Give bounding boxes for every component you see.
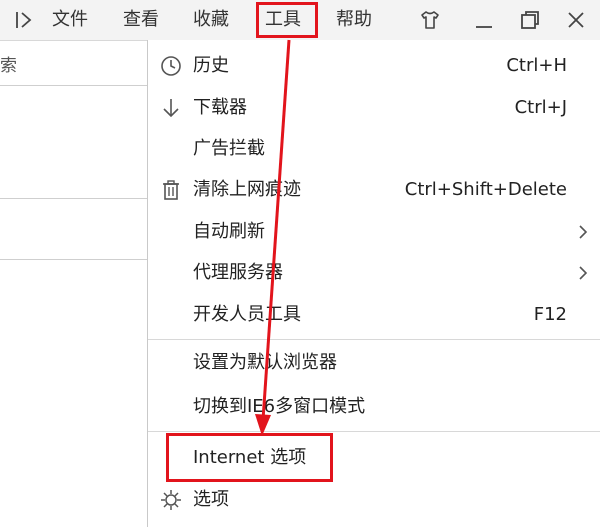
search-field-text[interactable]: 索 <box>0 51 17 76</box>
divider <box>0 259 147 260</box>
menu-item-label: 开发人员工具 <box>193 304 301 325</box>
menu-item-label: 清除上网痕迹 <box>193 179 301 200</box>
divider <box>0 198 147 199</box>
menu-item-shortcut: Ctrl+H <box>506 55 567 76</box>
close-icon[interactable] <box>564 8 588 32</box>
menu-item-auto-refresh[interactable]: 自动刷新 <box>148 212 600 252</box>
minimize-icon[interactable] <box>472 8 496 32</box>
menu-file[interactable]: 文件 <box>52 0 88 40</box>
menu-item-options[interactable]: 选项 <box>148 480 600 520</box>
menu-item-clear-history[interactable]: 清除上网痕迹 Ctrl+Shift+Delete <box>148 170 600 210</box>
menu-item-label: 下载器 <box>193 97 247 118</box>
highlight-box-tools <box>256 2 318 38</box>
trash-icon <box>160 179 182 201</box>
menu-item-label: 设置为默认浏览器 <box>193 352 337 373</box>
chevron-right-icon <box>577 265 589 281</box>
divider <box>0 85 147 86</box>
menu-item-label: 历史 <box>193 55 229 76</box>
menu-item-label: 选项 <box>193 489 229 510</box>
menu-item-ie6-mode[interactable]: 切换到IE6多窗口模式 <box>148 387 600 427</box>
page-content: 索 <box>0 41 147 527</box>
menu-favorites[interactable]: 收藏 <box>193 0 229 40</box>
menu-item-label: 广告拦截 <box>193 138 265 159</box>
shirt-icon[interactable] <box>418 8 442 32</box>
menu-item-adblock[interactable]: 广告拦截 <box>148 129 600 169</box>
sidebar-toggle-icon[interactable] <box>12 8 36 32</box>
highlight-box-internet-options <box>166 433 333 482</box>
download-arrow-icon <box>160 97 182 119</box>
menu-item-devtools[interactable]: 开发人员工具 F12 <box>148 295 600 335</box>
menu-item-shortcut: Ctrl+Shift+Delete <box>404 179 567 200</box>
menu-item-proxy[interactable]: 代理服务器 <box>148 253 600 293</box>
gear-icon <box>160 489 182 511</box>
menu-separator <box>148 431 600 432</box>
maximize-icon[interactable] <box>518 8 542 32</box>
chevron-right-icon <box>577 224 589 240</box>
menu-item-downloads[interactable]: 下载器 Ctrl+J <box>148 88 600 128</box>
menu-item-shortcut: F12 <box>533 304 567 325</box>
menu-item-label: 代理服务器 <box>193 262 283 283</box>
menu-help[interactable]: 帮助 <box>336 0 372 40</box>
clock-icon <box>160 55 182 77</box>
menu-item-history[interactable]: 历史 Ctrl+H <box>148 46 600 86</box>
menu-separator <box>148 339 600 340</box>
menu-item-shortcut: Ctrl+J <box>514 97 567 118</box>
menu-item-label: 切换到IE6多窗口模式 <box>193 396 366 417</box>
menu-view[interactable]: 查看 <box>123 0 159 40</box>
menu-item-set-default-browser[interactable]: 设置为默认浏览器 <box>148 343 600 383</box>
menu-item-label: 自动刷新 <box>193 221 265 242</box>
